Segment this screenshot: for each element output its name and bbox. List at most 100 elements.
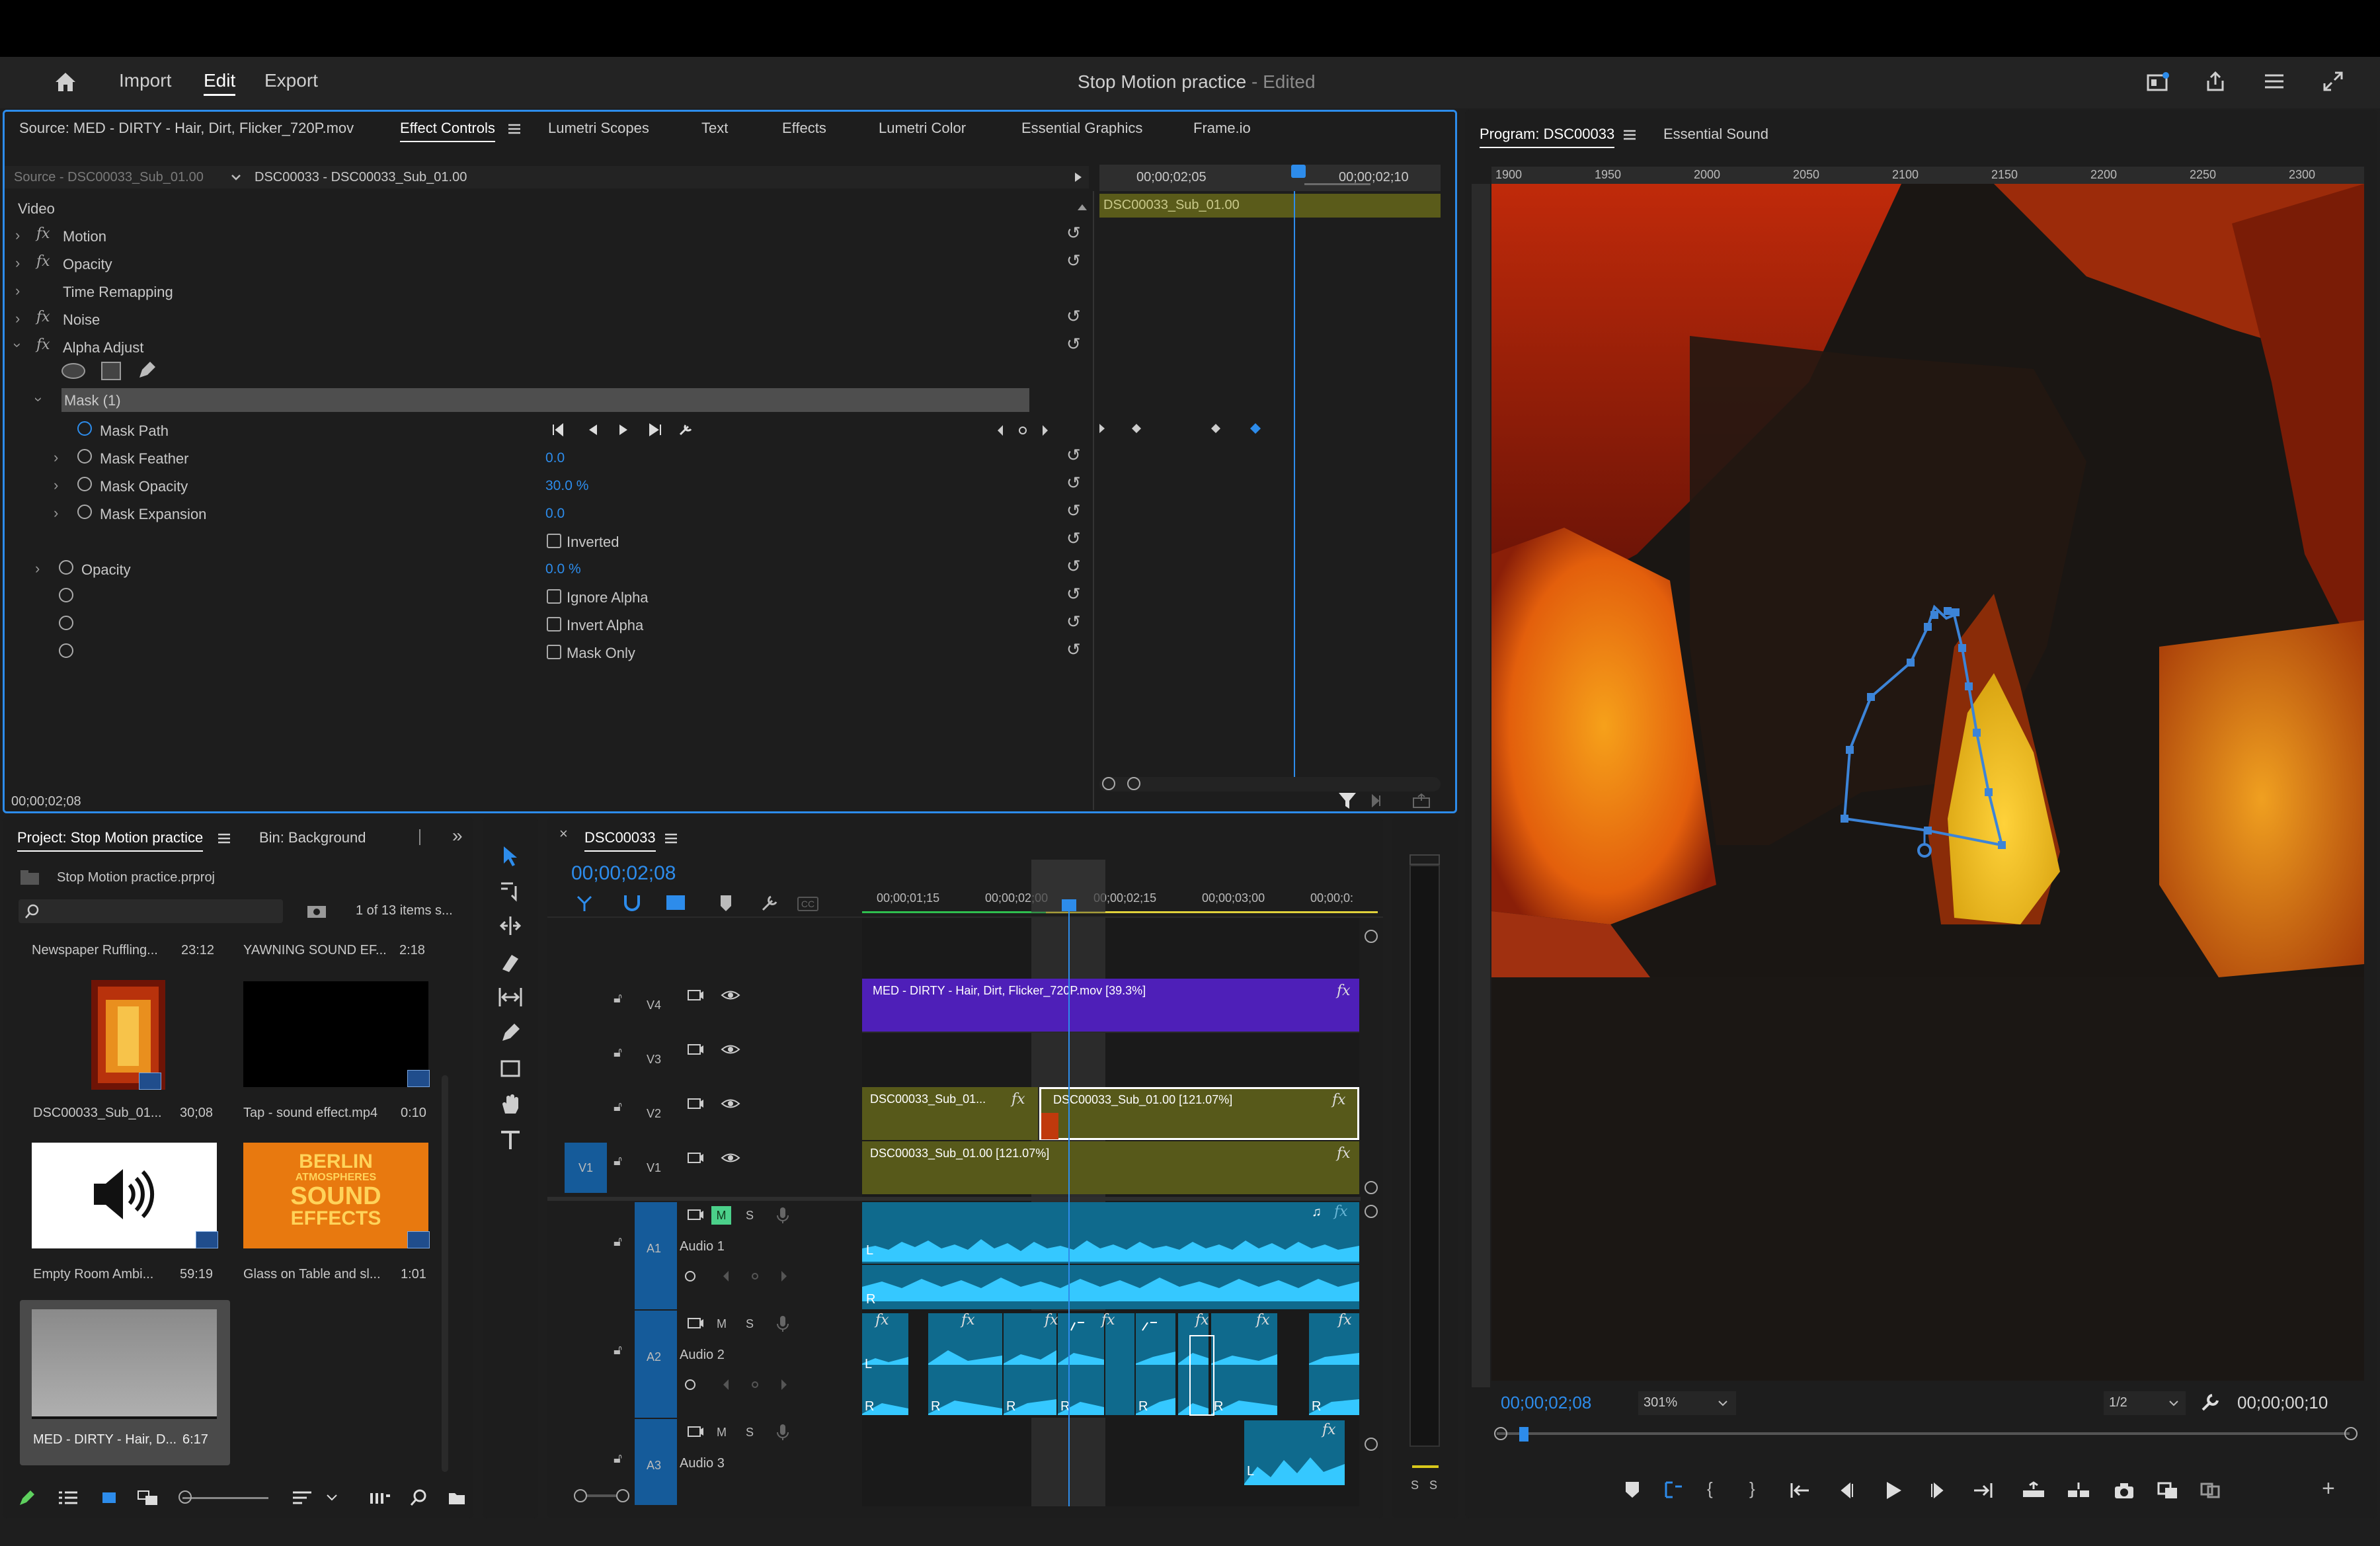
project-item[interactable]: BERLIN ATMOSPHERES SOUND EFFECTS Glass o… bbox=[234, 1141, 446, 1300]
inverted-checkbox[interactable] bbox=[547, 534, 561, 548]
effect-row-noise[interactable]: › fx Noise ↺ bbox=[5, 305, 1089, 333]
project-item-selected[interactable]: MED - DIRTY - Hair, D... 6:17 bbox=[20, 1300, 230, 1465]
mini-timeline-ruler[interactable]: 00;00;02;05 00;00;02;10 bbox=[1099, 165, 1441, 191]
reset-icon[interactable]: ↺ bbox=[1066, 445, 1081, 466]
clip-v2-a[interactable]: DSC00033_Sub_01... fx bbox=[862, 1087, 1038, 1140]
program-scrub-bar[interactable] bbox=[1497, 1432, 2350, 1435]
tab-effect-controls[interactable]: Effect Controls bbox=[400, 120, 495, 142]
lock-icon[interactable]: 🔓︎ bbox=[614, 1100, 622, 1114]
microphone-icon[interactable] bbox=[776, 1423, 789, 1442]
ellipse-mask-icon[interactable] bbox=[61, 363, 85, 379]
panel-menu-icon[interactable] bbox=[507, 122, 522, 136]
solo-button[interactable]: S bbox=[746, 1317, 754, 1331]
source-patch-v1[interactable]: V1 bbox=[565, 1143, 607, 1193]
keyframe-navigator[interactable] bbox=[995, 423, 1054, 438]
effect-timecode[interactable]: 00;00;02;08 bbox=[11, 794, 81, 809]
property-value[interactable]: 0.0 bbox=[545, 450, 565, 466]
workspace-icon[interactable] bbox=[2146, 71, 2170, 93]
property-value[interactable]: 0.0 % bbox=[545, 561, 581, 577]
tab-bin-background[interactable]: Bin: Background bbox=[259, 829, 366, 846]
collapse-arrow-icon[interactable] bbox=[1073, 171, 1084, 183]
project-item[interactable]: DSC00033_Sub_01... 30;08 bbox=[22, 980, 221, 1135]
stopwatch-icon[interactable] bbox=[59, 643, 73, 658]
lock-icon[interactable]: 🔓︎ bbox=[614, 1344, 622, 1357]
sequence-clip-label[interactable]: DSC00033 - DSC00033_Sub_01.00 bbox=[255, 170, 467, 185]
reset-icon[interactable]: ↺ bbox=[1066, 639, 1081, 660]
reset-icon[interactable]: ↺ bbox=[1066, 334, 1081, 354]
expand-chevron[interactable]: › bbox=[15, 255, 20, 272]
property-value[interactable]: 30.0 % bbox=[545, 478, 588, 494]
new-bin-from-search-icon[interactable] bbox=[305, 902, 328, 920]
reset-icon[interactable]: ↺ bbox=[1066, 584, 1081, 604]
play-icon[interactable] bbox=[1883, 1480, 1903, 1501]
lock-icon[interactable]: 🔓︎ bbox=[614, 1452, 622, 1465]
more-tabs-icon[interactable]: » bbox=[452, 827, 463, 845]
h-scroll-left[interactable] bbox=[574, 1489, 587, 1502]
rectangle-tool-icon[interactable] bbox=[498, 1057, 522, 1080]
a-scroll-top[interactable] bbox=[1365, 1205, 1378, 1218]
icon-view-icon[interactable] bbox=[100, 1489, 118, 1506]
zoom-slider[interactable] bbox=[182, 1497, 268, 1499]
fx-badge[interactable]: fx bbox=[1256, 1312, 1270, 1328]
tab-program[interactable]: Program: DSC00033 bbox=[1480, 126, 1615, 148]
timeline-ruler[interactable]: 00;00;01;15 00;00;02;00 00;00;02;15 00;0… bbox=[862, 878, 1378, 911]
fx-icon[interactable]: fx bbox=[36, 337, 50, 353]
list-view-icon[interactable] bbox=[57, 1489, 79, 1506]
share-icon[interactable] bbox=[2204, 70, 2227, 93]
mask-only-checkbox[interactable] bbox=[547, 645, 561, 659]
meter-solo-right[interactable]: S bbox=[1429, 1479, 1437, 1492]
ripple-edit-tool-icon[interactable] bbox=[498, 914, 522, 938]
clip-v4[interactable]: MED - DIRTY - Hair, Dirt, Flicker_720P.m… bbox=[862, 979, 1359, 1032]
stopwatch-icon[interactable] bbox=[59, 616, 73, 630]
project-item[interactable]: Tap - sound effect.mp4 0:10 bbox=[234, 980, 446, 1135]
reset-icon[interactable]: ↺ bbox=[1066, 223, 1081, 243]
step-back-icon[interactable] bbox=[1837, 1481, 1856, 1500]
toggle-sync-icon[interactable] bbox=[686, 1207, 705, 1222]
top-item-name[interactable]: YAWNING SOUND EF... bbox=[243, 943, 387, 958]
stopwatch-icon[interactable] bbox=[77, 505, 92, 519]
lock-icon[interactable]: 🔓︎ bbox=[614, 1046, 622, 1059]
solo-button[interactable]: S bbox=[746, 1209, 754, 1223]
toggle-sync-icon[interactable] bbox=[686, 1424, 705, 1439]
meter-solo-left[interactable]: S bbox=[1411, 1479, 1419, 1492]
fx-icon[interactable]: fx bbox=[36, 225, 50, 242]
solo-button[interactable]: S bbox=[746, 1426, 754, 1440]
extract-icon[interactable] bbox=[2065, 1481, 2092, 1500]
expand-chevron[interactable]: › bbox=[35, 560, 40, 577]
eye-icon[interactable] bbox=[721, 1096, 740, 1111]
h-scroll-right[interactable] bbox=[616, 1489, 629, 1502]
ignore-alpha-checkbox[interactable] bbox=[547, 589, 561, 604]
tab-frameio[interactable]: Frame.io bbox=[1193, 120, 1251, 137]
close-tab-icon[interactable]: × bbox=[559, 827, 568, 841]
program-playhead[interactable] bbox=[1519, 1427, 1528, 1442]
new-bin-icon[interactable] bbox=[447, 1489, 467, 1506]
reset-icon[interactable]: ↺ bbox=[1066, 528, 1081, 549]
source-patch-a1[interactable]: A1 bbox=[635, 1202, 677, 1309]
settings-wrench-icon[interactable] bbox=[2200, 1393, 2220, 1412]
export-frame-camera-icon[interactable] bbox=[2113, 1481, 2135, 1500]
go-to-out-icon[interactable] bbox=[1971, 1481, 1994, 1500]
go-to-in-icon[interactable] bbox=[1789, 1481, 1811, 1500]
automate-to-sequence-icon[interactable] bbox=[369, 1489, 391, 1506]
captions-icon[interactable]: CC bbox=[797, 897, 818, 911]
mini-playhead-handle[interactable] bbox=[1291, 165, 1306, 178]
video-audio-divider[interactable] bbox=[547, 1197, 1361, 1201]
play-audio-icon[interactable] bbox=[1370, 793, 1390, 809]
tab-effects[interactable]: Effects bbox=[782, 120, 826, 137]
effect-row-motion[interactable]: › fx Motion ↺ bbox=[5, 222, 1089, 249]
clip-v2-b[interactable]: DSC00033_Sub_01.00 [121.07%] fx bbox=[1039, 1087, 1359, 1140]
panel-menu-icon[interactable] bbox=[1622, 128, 1637, 142]
expand-chevron[interactable]: › bbox=[54, 477, 58, 494]
fx-badge[interactable]: fx bbox=[1012, 1091, 1025, 1108]
tab-lumetri-scopes[interactable]: Lumetri Scopes bbox=[548, 120, 649, 137]
fx-badge[interactable]: fx bbox=[875, 1312, 889, 1328]
lock-icon[interactable]: 🔓︎ bbox=[614, 992, 622, 1005]
effect-row-alpha-adjust[interactable]: › fx Alpha Adjust ↺ bbox=[5, 333, 1089, 360]
fx-icon[interactable]: fx bbox=[36, 253, 50, 270]
export-frame-icon[interactable] bbox=[1411, 793, 1431, 809]
add-button-icon[interactable]: + bbox=[2322, 1477, 2335, 1500]
tab-source[interactable]: Source: MED - DIRTY - Hair, Dirt, Flicke… bbox=[19, 120, 354, 137]
scrub-start-handle[interactable] bbox=[1494, 1427, 1507, 1440]
fx-icon[interactable]: fx bbox=[36, 309, 50, 325]
effect-row-opacity[interactable]: › fx Opacity ↺ bbox=[5, 249, 1089, 277]
